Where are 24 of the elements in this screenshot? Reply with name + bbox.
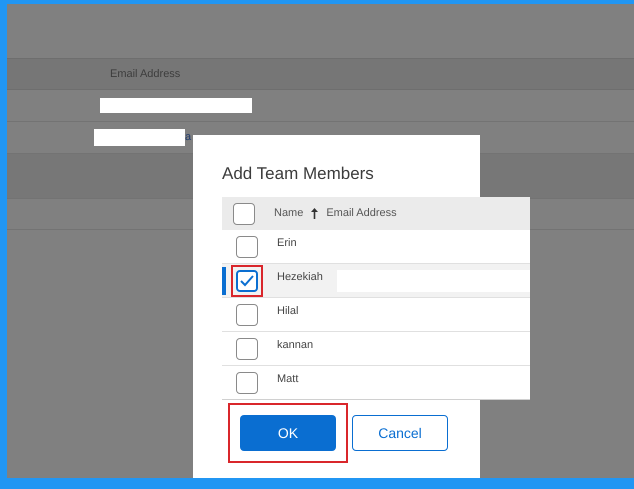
name-cell-text: kannan bbox=[277, 338, 314, 353]
checkbox[interactable] bbox=[233, 202, 255, 224]
dialog-title: Add Team Members bbox=[222, 163, 375, 185]
table-row[interactable]: Matt bbox=[222, 366, 530, 400]
name-cell-text: Hilal bbox=[277, 304, 300, 319]
column-header[interactable]: Email Address bbox=[326, 205, 397, 222]
checkbox[interactable] bbox=[236, 304, 258, 326]
table-row[interactable]: Hezekiah bbox=[222, 264, 530, 298]
name-cell-text: Hezekiah bbox=[277, 270, 324, 285]
name-cell-text: Matt bbox=[277, 372, 300, 387]
checkbox[interactable] bbox=[236, 236, 258, 258]
table-row[interactable]: Hilal bbox=[222, 298, 530, 332]
ok-button[interactable]: OK bbox=[240, 415, 336, 451]
name-cell-text: Erin bbox=[277, 236, 298, 251]
table-row[interactable]: kannan bbox=[222, 332, 530, 366]
table-row[interactable]: Erin bbox=[222, 230, 530, 264]
email-fragment: a bbox=[185, 130, 192, 146]
checkmark-icon bbox=[240, 274, 254, 286]
cancel-button[interactable]: Cancel bbox=[352, 415, 448, 451]
checkbox[interactable] bbox=[236, 372, 258, 394]
checkbox[interactable] bbox=[236, 338, 258, 360]
column-header[interactable]: Name bbox=[274, 205, 304, 222]
sort-arrow-icon[interactable] bbox=[311, 208, 318, 219]
column-header: Email Address bbox=[110, 66, 180, 82]
